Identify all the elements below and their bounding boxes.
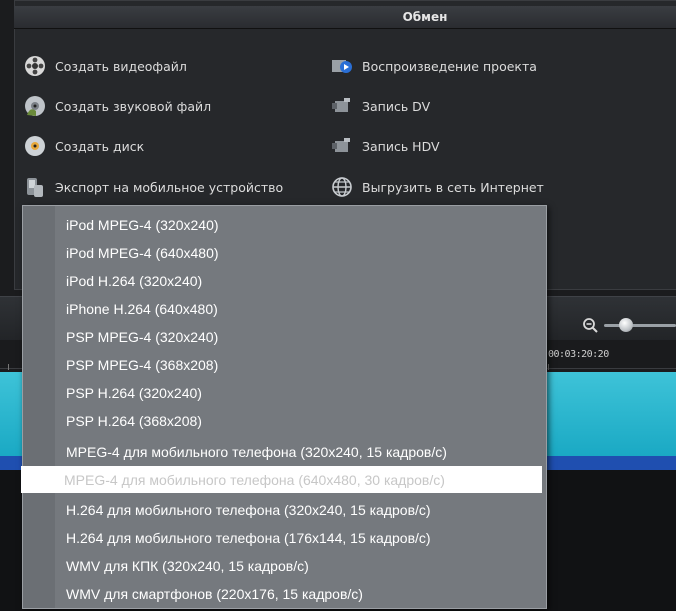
share-panel-header: Обмен xyxy=(14,6,676,29)
option-label: Запись DV xyxy=(362,98,431,114)
ruler-tick xyxy=(8,364,9,370)
ruler-tick xyxy=(548,364,549,370)
menu-item-psp-h264-368[interactable]: PSP H.264 (368x208) xyxy=(23,407,546,434)
panel-title: Обмен xyxy=(402,10,448,24)
option-label: Воспроизведение проекта xyxy=(362,58,537,74)
menu-item-ipod-mpeg4-320[interactable]: iPod MPEG-4 (320x240) xyxy=(23,211,546,238)
menu-item-mpeg4-phone-320[interactable]: MPEG-4 для мобильного телефона (320x240,… xyxy=(23,438,546,465)
globe-icon xyxy=(331,176,353,198)
mobile-device-icon xyxy=(24,176,46,198)
disc-icon xyxy=(24,135,46,157)
upload-to-internet-option[interactable]: Выгрузить в сеть Интернет xyxy=(331,176,544,198)
menu-item-psp-mpeg4-320[interactable]: PSP MPEG-4 (320x240) xyxy=(23,323,546,350)
option-label: Создать видеофайл xyxy=(55,58,187,74)
project-playback-icon xyxy=(331,55,353,77)
ruler-timecode: 00:03:20:20 xyxy=(548,349,609,360)
option-label: Запись HDV xyxy=(362,138,440,154)
zoom-slider-knob[interactable] xyxy=(619,318,633,332)
export-to-mobile-option[interactable]: Экспорт на мобильное устройство xyxy=(24,176,283,198)
create-video-file-option[interactable]: Создать видеофайл xyxy=(24,55,187,77)
camcorder-icon xyxy=(331,135,353,157)
menu-item-mpeg4-phone-640-highlighted[interactable]: MPEG-4 для мобильного телефона (640x480,… xyxy=(21,466,542,493)
record-hdv-option[interactable]: Запись HDV xyxy=(331,135,440,157)
menu-item-wmv-pda-320[interactable]: WMV для КПК (320x240, 15 кадров/с) xyxy=(23,552,546,579)
create-disc-option[interactable]: Создать диск xyxy=(24,135,144,157)
menu-item-ipod-h264-320[interactable]: iPod H.264 (320x240) xyxy=(23,267,546,294)
mobile-export-menu: iPod MPEG-4 (320x240) iPod MPEG-4 (640x4… xyxy=(21,205,547,609)
zoom-slider-track[interactable] xyxy=(604,324,676,327)
option-label: Экспорт на мобильное устройство xyxy=(55,179,284,195)
menu-item-psp-mpeg4-368[interactable]: PSP MPEG-4 (368x208) xyxy=(23,351,546,378)
menu-item-iphone-h264-640[interactable]: iPhone H.264 (640x480) xyxy=(23,295,546,322)
zoom-out-icon[interactable] xyxy=(582,317,600,339)
record-dv-option[interactable]: Запись DV xyxy=(331,95,430,117)
audio-disc-icon xyxy=(24,95,46,117)
film-reel-icon xyxy=(24,55,46,77)
option-label: Выгрузить в сеть Интернет xyxy=(362,179,544,195)
project-playback-option[interactable]: Воспроизведение проекта xyxy=(331,55,537,77)
option-label: Создать диск xyxy=(55,138,145,154)
menu-item-h264-phone-176[interactable]: H.264 для мобильного телефона (176x144, … xyxy=(23,524,546,551)
menu-item-ipod-mpeg4-640[interactable]: iPod MPEG-4 (640x480) xyxy=(23,239,546,266)
camcorder-icon xyxy=(331,95,353,117)
menu-item-wmv-smartphone-220[interactable]: WMV для смартфонов (220x176, 15 кадров/с… xyxy=(23,580,546,607)
menu-item-psp-h264-320[interactable]: PSP H.264 (320x240) xyxy=(23,379,546,406)
option-label: Создать звуковой файл xyxy=(55,98,212,114)
menu-item-h264-phone-320[interactable]: H.264 для мобильного телефона (320x240, … xyxy=(23,496,546,523)
create-audio-file-option[interactable]: Создать звуковой файл xyxy=(24,95,211,117)
